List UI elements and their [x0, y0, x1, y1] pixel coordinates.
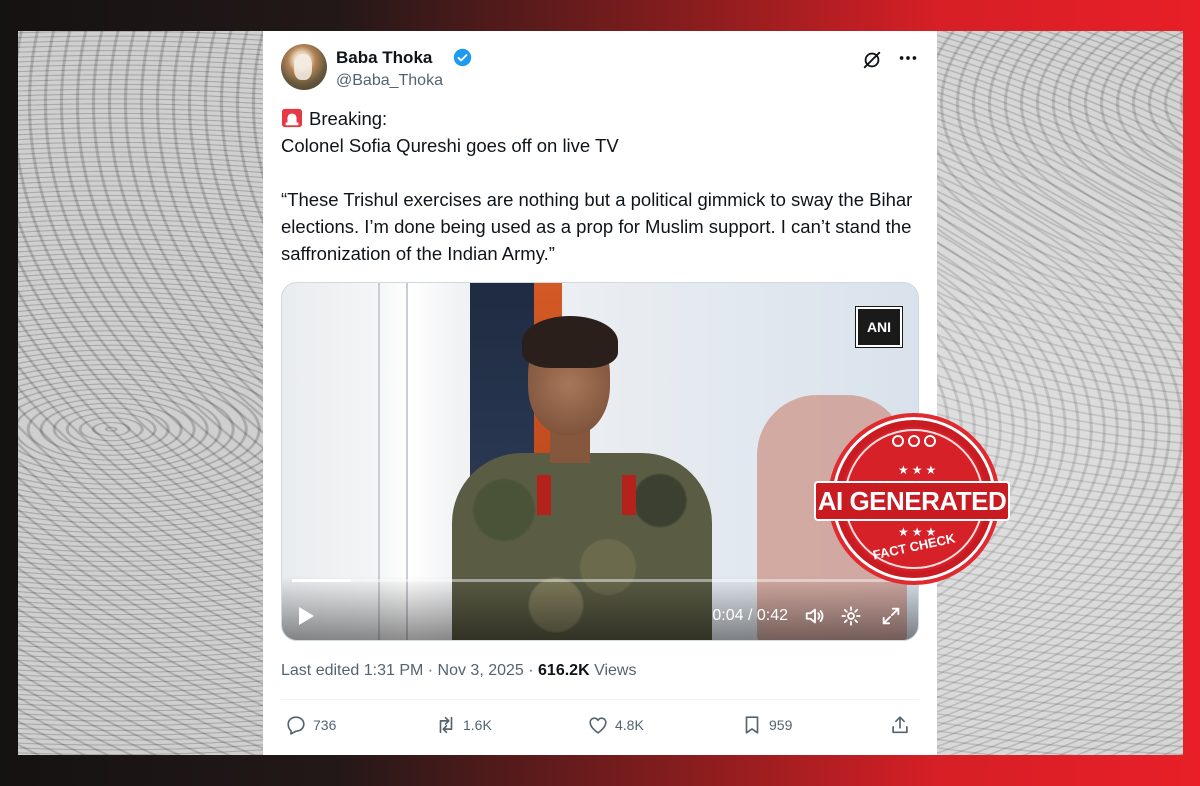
volume-icon[interactable]	[804, 605, 826, 627]
video-time: 0:04 / 0:42	[712, 607, 788, 624]
speaker-hair	[522, 316, 618, 368]
tweet-meta: Last edited 1:31 PM · Nov 3, 2025 · 616.…	[281, 662, 636, 680]
repost-count: 1.6K	[463, 717, 492, 733]
grok-icon[interactable]	[861, 49, 883, 71]
ai-generated-stamp: ★★★ AI GENERATED ★★★ FACT CHECK	[814, 413, 1010, 593]
collar-tab	[622, 475, 636, 515]
siren-icon	[282, 108, 302, 128]
reply-count: 736	[313, 717, 337, 733]
stamp-main-text: AI GENERATED	[814, 481, 1010, 521]
action-bar: 736 1.6K 4.8K 959	[281, 714, 919, 744]
repost-icon	[439, 716, 453, 734]
like-icon	[589, 717, 607, 734]
bookmark-count: 959	[769, 717, 793, 733]
tweet-quote: “These Trishul exercises are nothing but…	[281, 189, 918, 264]
stamp-logo	[892, 435, 936, 451]
tweet-line-1: Breaking:	[281, 105, 921, 132]
views-count: 616.2K	[538, 662, 590, 679]
settings-icon[interactable]	[840, 605, 862, 627]
tweet-text: Breaking: Colonel Sofia Qureshi goes off…	[281, 105, 921, 267]
verified-badge-icon	[453, 48, 472, 67]
channel-logo: ANI	[856, 307, 902, 347]
more-icon[interactable]	[897, 47, 919, 69]
bookmark-icon	[745, 716, 759, 734]
views-label: Views	[589, 662, 637, 679]
author-handle[interactable]: @Baba_Thoka	[336, 72, 443, 90]
reply-icon	[287, 716, 305, 735]
divider	[281, 699, 919, 700]
collar-tab	[537, 475, 551, 515]
tweet-card[interactable]: Baba Thoka @Baba_Thoka Breaking: Colonel…	[263, 31, 937, 755]
bookmark-button[interactable]: 959	[741, 714, 792, 736]
tweet-line-2: Colonel Sofia Qureshi goes off on live T…	[281, 135, 619, 156]
like-count: 4.8K	[615, 717, 644, 733]
author-name[interactable]: Baba Thoka	[336, 48, 432, 68]
edit-timestamp[interactable]: Last edited 1:31 PM · Nov 3, 2025 ·	[281, 662, 538, 679]
share-button[interactable]	[889, 714, 917, 736]
play-icon[interactable]	[296, 605, 316, 627]
avatar[interactable]	[281, 44, 327, 90]
share-icon	[892, 716, 908, 734]
like-button[interactable]: 4.8K	[587, 714, 644, 736]
fullscreen-icon[interactable]	[880, 605, 902, 627]
repost-button[interactable]: 1.6K	[435, 714, 492, 736]
stamp-stars: ★★★	[898, 463, 940, 477]
video-progress-fill	[292, 579, 351, 582]
reply-button[interactable]: 736	[285, 714, 336, 736]
tweet-header: Baba Thoka @Baba_Thoka	[281, 44, 919, 94]
